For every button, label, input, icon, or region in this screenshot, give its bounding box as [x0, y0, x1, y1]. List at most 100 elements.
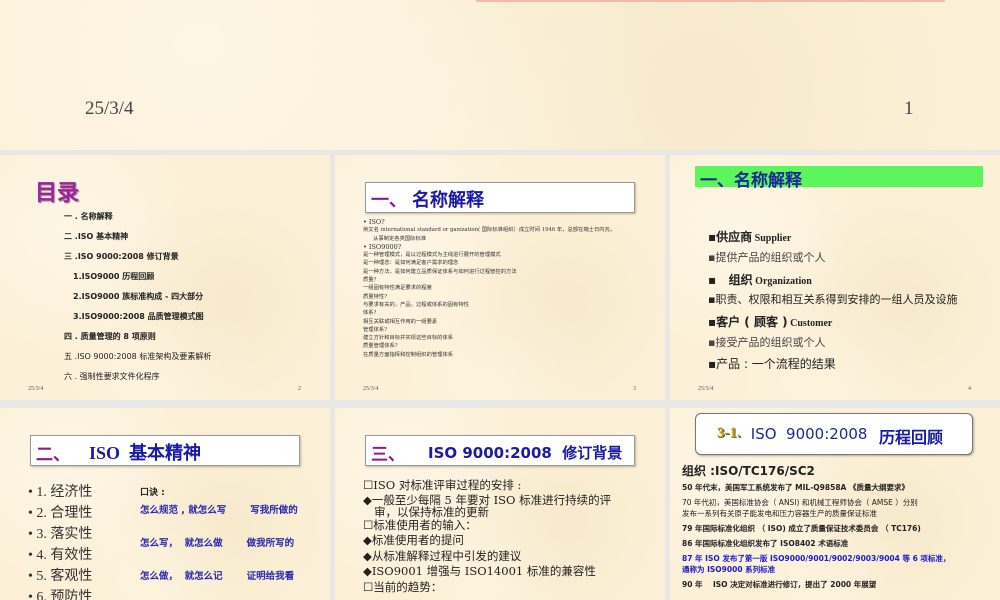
history-line: 70 年代初，美国标准协会（ ANSI) 和机械工程师协会（ AMSE ）分别 [682, 498, 918, 507]
motto-label: 口诀 : [140, 488, 165, 498]
slide-title-box: 一、 名称解释 [365, 182, 635, 213]
slide-5-thumbnail[interactable]: 二、 ISO 基本精神 • 1. 经济性 • 2. 合理性 • 3. 落实性 •… [0, 408, 330, 600]
principle-item: • 5. 客观性 [28, 569, 93, 584]
body-line: ☐标准使用者的输入： [363, 517, 477, 532]
motto-line: 怎么规范 , 就怎么写 写我所做的 [140, 505, 305, 517]
term-en: Customer [787, 318, 833, 329]
history-line: 通称为 ISO9000 系列标准 [682, 565, 776, 574]
slide-title: ISO 9000:2008 修订背景 [428, 444, 623, 462]
body-line: ◆一般至少每隔 5 年要对 ISO 标准进行持续的评 [363, 492, 612, 507]
title-prefix: 3-1. [717, 425, 741, 441]
principle-item: • 3. 落实性 [28, 527, 93, 542]
motto-text: 怎么做， 就怎么记 [140, 571, 223, 582]
slide-title: 名称解释 [412, 190, 484, 211]
slide-number: 4 [968, 386, 971, 392]
toc-item: 五 .ISO 9000:2008 标准架构及要素解析 [64, 352, 212, 361]
body-line: 是一种方法，是如何建立品质保证体系与如何进行过程管控的方法 [363, 268, 517, 275]
slide-title: 目录 [35, 181, 80, 206]
slide-title: 一、名称解释 [700, 171, 802, 191]
slide-number: 2 [298, 386, 301, 392]
slide-2-thumbnail[interactable]: 目录 一 . 名称解释 二 .ISO 基本精神 三 .ISO 9000:2008… [0, 155, 330, 400]
slide-number: 3 [633, 386, 636, 392]
body-line: ◆从标准解释过程中引发的建议 [363, 548, 522, 563]
slide-date: 25/3/4 [85, 98, 134, 119]
slide-title-box: 一、名称解释 [695, 166, 983, 191]
body-line: ◆ISO9001 增强与 ISO14001 标准的兼容性 [363, 564, 596, 579]
toc-item: 四 . 质量管理的 8 项原则 [64, 332, 156, 341]
slide-number: 1 [904, 98, 914, 119]
term-en: Supplier [752, 233, 792, 244]
history-line: 87 年 ISO 发布了第一版 ISO9000/9001/9002/9003/9… [682, 554, 951, 563]
principle-item: • 4. 有效性 [28, 548, 93, 563]
body-line: 管理体系? [363, 326, 388, 333]
slide-3-thumbnail[interactable]: 一、 名称解释 • ISO? 英文名 international standar… [335, 155, 665, 400]
term-en: Organization [752, 276, 812, 287]
body-line: 体系？ [363, 310, 379, 317]
term-item: ▪客户 ( 顾客 ) Customer [708, 313, 832, 330]
toc-item: 三 .ISO 9000:2008 修订背景 [64, 252, 179, 261]
title-prefix: 三、 [371, 445, 405, 465]
toc-item: 六 . 强制性要求文件化程序 [64, 372, 160, 381]
history-line: 发布一系列有关原子能发电和压力容器生产的质量保证标准 [682, 509, 877, 518]
slide-4-thumbnail[interactable]: 一、名称解释 ▪供应商 Supplier ▪提供产品的组织或个人 ▪ 组织 Or… [670, 155, 1000, 400]
principle-item: • 2. 合理性 [28, 506, 93, 521]
scroll-title-banner: 3-1. ISO 9000:2008 历程回顾 [695, 413, 973, 455]
slide-title-box: 二、 ISO 基本精神 [30, 435, 300, 466]
body-line: 质量管理体系? [363, 343, 398, 350]
toc-item: 1.ISO9000 历程回顾 [73, 272, 155, 281]
body-line: 相互关联或相互作用的一组要素 [363, 318, 438, 325]
slide-body: • ISO? 英文名 international standard or gan… [363, 218, 615, 359]
title-iso: ISO 9000:2008 [746, 425, 873, 443]
history-line: 90 年 ISO 决定对标准进行修订，提出了 2000 年展望 [682, 580, 877, 589]
slide-1-accent-bar [476, 0, 945, 2]
principle-item: • 6. 预防性 [28, 590, 93, 600]
body-line: • ISO9000? [363, 242, 402, 251]
motto-result: 写我所做的 [250, 505, 298, 516]
term-item: ▪产品 : 一个流程的结果 [708, 357, 836, 371]
history-line: 79 年国际标准化组织 （ ISO) 成立了质量保证技术委员会 （ TC176) [682, 524, 921, 533]
body-line: 是一种理念：是如何满足客户需求的理念 [363, 260, 459, 267]
body-line: 与要求有关的，产品，过程或体系的固有特性 [363, 301, 469, 308]
term-item: ▪供应商 Supplier [708, 228, 791, 245]
toc-item: 二 .ISO 基本精神 [64, 232, 129, 241]
motto-result: 证明给我看 [246, 571, 295, 582]
term-cn: ▪供应商 [708, 230, 753, 244]
body-line: 在质量方面指挥和控制组织的管理体系 [363, 351, 454, 358]
slide-date: 25/3/4 [698, 386, 714, 392]
body-line: ◆标准使用者的提问 [363, 533, 464, 548]
slide-1-thumbnail[interactable]: 25/3/4 1 [0, 0, 1000, 150]
body-line: 一组固有特性满足要求的程度 [363, 285, 432, 292]
body-line: 质量？ [363, 277, 379, 284]
slide-title: 历程回顾 [879, 428, 944, 447]
body-line: 从事制定各类国际标准 [363, 235, 427, 242]
principle-item: • 1. 经济性 [28, 485, 93, 500]
body-line: 英文名 international standard or ganization… [363, 227, 616, 234]
body-line: ☐ISO 对标准评审过程的安排 : [363, 478, 522, 492]
slide-date: 25/3/4 [28, 386, 44, 392]
body-line: 质量特性? [363, 293, 388, 300]
toc-item: 一 . 名称解释 [64, 212, 113, 221]
term-cn: ▪客户 ( 顾客 ) [708, 315, 788, 329]
slide-7-thumbnail[interactable]: 3-1. ISO 9000:2008 历程回顾 组织 :ISO/TC176/SC… [670, 408, 1000, 600]
toc-item: 2.ISO9000 族标准构成 - 四大部分 [73, 292, 204, 301]
slide-title: ISO 基本精神 [89, 443, 202, 463]
motto-text: 怎么规范 , 就怎么写 [140, 505, 227, 516]
body-line: 审，以保持标准的更新 [363, 504, 489, 519]
term-definition: ▪职责、权限和相互关系得到安排的一组人员及设施 [708, 293, 958, 306]
history-line: 86 年国际标准化组织发布了 ISO8402 术语标准 [682, 539, 849, 548]
slide-date: 25/3/4 [363, 386, 379, 392]
org-heading: 组织 :ISO/TC176/SC2 [682, 464, 815, 478]
history-line: 50 年代末，美国军工系统发布了 MIL-Q9858A 《质量大纲要求》 [682, 483, 909, 492]
slide-title-box: 三、 ISO 9000:2008 修订背景 [365, 435, 635, 466]
motto-result: 做我所写的 [246, 538, 295, 549]
title-prefix: 二、 [36, 445, 70, 465]
term-item: ▪ 组织 Organization [708, 271, 812, 288]
motto-line: 怎么写， 就怎么做 做我所写的 [140, 538, 305, 550]
term-definition: ▪提供产品的组织或个人 [708, 251, 826, 264]
title-prefix: 一、 [371, 190, 407, 211]
motto-text: 怎么写， 就怎么做 [140, 538, 223, 549]
toc-item: 3.ISO9000:2008 品质管理模式图 [73, 312, 204, 321]
slide-6-thumbnail[interactable]: 三、 ISO 9000:2008 修订背景 ☐ISO 对标准评审过程的安排 : … [335, 408, 665, 600]
body-line: ☐当前的趋势： [363, 579, 443, 594]
term-cn: ▪ 组织 [708, 273, 753, 287]
